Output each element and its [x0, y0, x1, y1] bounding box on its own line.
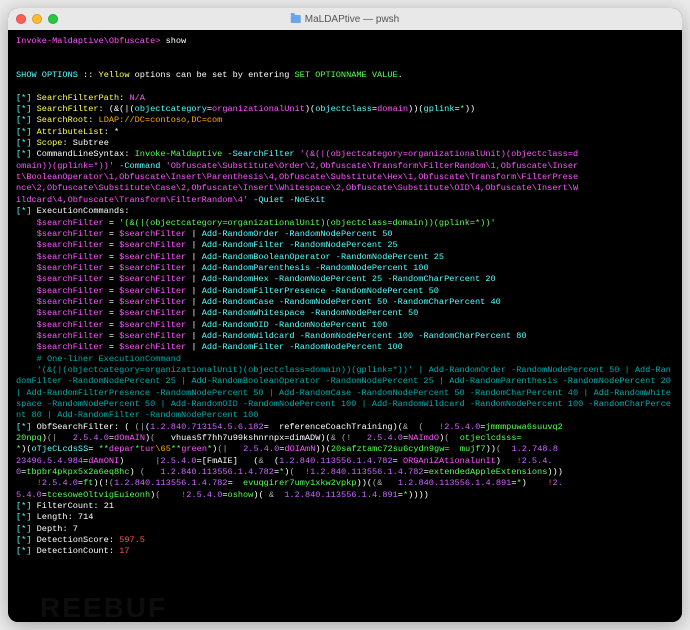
opt-searchfilter: SearchFilter: [37, 104, 99, 114]
stat-detectionscore: DetectionScore: [37, 535, 109, 545]
titlebar: MaLDAPtive — pwsh: [8, 8, 682, 30]
opt-commandlinesyntax: CommandLineSyntax: [37, 149, 125, 159]
stat-filtercount: FilterCount: [37, 501, 94, 511]
terminal-body[interactable]: Invoke-Maldaptive\Obfuscate> show SHOW O…: [8, 30, 682, 622]
window-title-text: MaLDAPtive — pwsh: [305, 14, 399, 25]
opt-scope: Scope: [37, 138, 63, 148]
obf-filter-body: ( (|(1.2.840.713154.5.6.182= referenceCo…: [16, 422, 563, 500]
prompt-command: show: [166, 36, 187, 46]
stat-length: Length: [37, 512, 68, 522]
opt-attributelist: AttributeList: [37, 127, 104, 137]
folder-icon: [291, 15, 301, 23]
stat-detectioncount: DetectionCount: [37, 546, 109, 556]
zoom-icon[interactable]: [48, 14, 58, 24]
prompt-path: Invoke-Maldaptive\Obfuscate>: [16, 36, 160, 46]
minimize-icon[interactable]: [32, 14, 42, 24]
traffic-lights: [16, 14, 58, 24]
banner-title: SHOW OPTIONS: [16, 70, 78, 80]
terminal-window: MaLDAPtive — pwsh Invoke-Maldaptive\Obfu…: [8, 8, 682, 622]
oneliner-comment: # One-liner ExecutionCommand: [37, 354, 181, 364]
window-title: MaLDAPtive — pwsh: [291, 14, 399, 25]
close-icon[interactable]: [16, 14, 26, 24]
stat-depth: Depth: [37, 524, 63, 534]
opt-searchfilterpath: SearchFilterPath: [37, 93, 120, 103]
oneliner-body: '(&(|(objectcategory=organizationalUnit)…: [16, 365, 676, 420]
opt-obfsearchfilter: ObfSearchFilter: [37, 422, 114, 432]
opt-searchroot: SearchRoot: [37, 115, 89, 125]
opt-executioncommands: ExecutionCommands: [37, 206, 125, 216]
